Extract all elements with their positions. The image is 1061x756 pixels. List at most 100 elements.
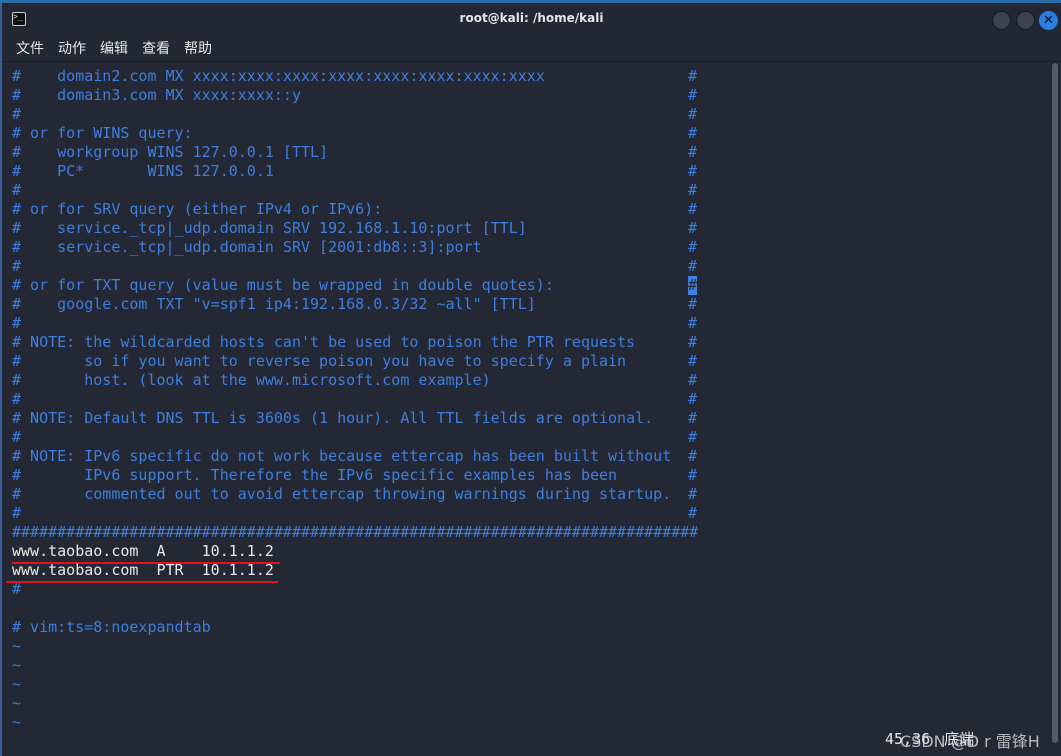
menu-bar: 文件 动作 编辑 查看 帮助 <box>2 33 1061 62</box>
text-cursor: # <box>688 276 698 295</box>
editor-line: # so if you want to reverse poison you h… <box>12 352 697 371</box>
line-text: # <box>12 314 22 332</box>
line-edge: # <box>688 105 698 123</box>
editor-line: # <box>12 580 21 599</box>
line-text: # or for TXT query (value must be wrappe… <box>12 276 554 294</box>
editor-line: # NOTE: IPv6 specific do not work becaus… <box>12 447 697 466</box>
line-edge: # <box>688 238 698 256</box>
line-text: # NOTE: the wildcarded hosts can't be us… <box>12 333 636 351</box>
line-edge: # <box>688 67 698 85</box>
menu-view[interactable]: 查看 <box>142 38 170 58</box>
line-text: # commented out to avoid ettercap throwi… <box>12 485 672 503</box>
line-text: # domain3.com MX xxxx:xxxx::y <box>12 86 301 104</box>
editor-line: ~ <box>12 656 21 675</box>
menu-edit[interactable]: 编辑 <box>100 38 128 58</box>
menu-action[interactable]: 动作 <box>58 38 86 58</box>
line-edge: # <box>688 390 698 408</box>
line-edge: # <box>688 124 698 142</box>
maximize-button[interactable] <box>1016 11 1035 30</box>
line-text: ~ <box>12 675 22 693</box>
line-text: # vim:ts=8:noexpandtab <box>12 618 211 636</box>
menu-help[interactable]: 帮助 <box>184 38 212 58</box>
editor-line: # host. (look at the www.microsoft.com e… <box>12 371 697 390</box>
editor-line: # google.com TXT "v=spf1 ip4:192.168.0.3… <box>12 295 697 314</box>
editor-line: ~ <box>12 694 21 713</box>
editor-line: # IPv6 support. Therefore the IPv6 speci… <box>12 466 697 485</box>
line-text: # <box>12 390 22 408</box>
line-text: www.taobao.com A 10.1.1.2 <box>12 542 274 560</box>
editor-line: # # <box>12 181 697 200</box>
editor-line: # PC* WINS 127.0.0.1 # <box>12 162 697 181</box>
line-text: # so if you want to reverse poison you h… <box>12 352 627 370</box>
editor-line: # # <box>12 314 697 333</box>
line-text: www.taobao.com PTR 10.1.1.2 <box>12 561 274 579</box>
line-text: # host. (look at the www.microsoft.com e… <box>12 371 491 389</box>
line-edge: # <box>688 466 698 484</box>
editor-line: # service._tcp|_udp.domain SRV 192.168.1… <box>12 219 697 238</box>
close-button[interactable]: ✕ <box>1039 11 1058 30</box>
editor-line: # service._tcp|_udp.domain SRV [2001:db8… <box>12 238 697 257</box>
line-text: # domain2.com MX xxxx:xxxx:xxxx:xxxx:xxx… <box>12 67 545 85</box>
editor-line: # NOTE: the wildcarded hosts can't be us… <box>12 333 697 352</box>
window-title: root@kali: /home/kali <box>459 11 604 25</box>
red-underline <box>6 581 278 583</box>
line-edge: # <box>688 333 698 351</box>
vim-editor[interactable]: # domain2.com MX xxxx:xxxx:xxxx:xxxx:xxx… <box>6 63 1052 753</box>
scroll-indicator: 底端 <box>944 730 975 748</box>
editor-line: # # <box>12 257 697 276</box>
line-text: # IPv6 support. Therefore the IPv6 speci… <box>12 466 618 484</box>
editor-line: # vim:ts=8:noexpandtab <box>12 618 211 637</box>
line-edge: # <box>688 143 698 161</box>
line-text: # <box>12 504 22 522</box>
line-edge: # <box>688 219 698 237</box>
line-edge: # <box>688 409 698 427</box>
line-text: ~ <box>12 694 22 712</box>
editor-line: # # <box>12 428 697 447</box>
editor-line: # commented out to avoid ettercap throwi… <box>12 485 697 504</box>
editor-line: # or for SRV query (either IPv4 or IPv6)… <box>12 200 697 219</box>
editor-line: # NOTE: Default DNS TTL is 3600s (1 hour… <box>12 409 697 428</box>
line-text: ~ <box>12 713 22 731</box>
line-text: # <box>12 428 22 446</box>
menu-file[interactable]: 文件 <box>16 38 44 58</box>
editor-line: # # <box>12 105 697 124</box>
line-text: # <box>12 105 22 123</box>
line-edge: # <box>688 485 698 503</box>
line-text: ~ <box>12 656 22 674</box>
editor-line: ~ <box>12 637 21 656</box>
line-text: # <box>12 181 22 199</box>
scrollbar[interactable] <box>1052 63 1058 743</box>
terminal-window: >_ root@kali: /home/kali ✕ 文件 动作 编辑 查看 帮助 # … <box>0 3 1061 756</box>
editor-line: # or for WINS query: # <box>12 124 697 143</box>
line-text: # service._tcp|_udp.domain SRV [2001:db8… <box>12 238 482 256</box>
line-text: # <box>12 257 22 275</box>
line-edge: # <box>688 447 698 465</box>
line-edge: # <box>688 428 698 446</box>
editor-line: www.taobao.com A 10.1.1.2 <box>12 542 274 561</box>
line-text: # PC* WINS 127.0.0.1 <box>12 162 274 180</box>
line-text: # or for SRV query (either IPv4 or IPv6)… <box>12 200 383 218</box>
cursor-position: 45,36 <box>885 730 931 748</box>
line-edge: # <box>688 162 698 180</box>
editor-line: # workgroup WINS 127.0.0.1 [TTL] # <box>12 143 697 162</box>
line-edge: # <box>688 257 698 275</box>
editor-line: ~ <box>12 675 21 694</box>
line-edge: # <box>688 181 698 199</box>
line-text: ~ <box>12 637 22 655</box>
editor-line: # # <box>12 504 697 523</box>
line-edge: # <box>688 200 698 218</box>
line-text: # google.com TXT "v=spf1 ip4:192.168.0.3… <box>12 295 536 313</box>
editor-line: www.taobao.com PTR 10.1.1.2 <box>12 561 274 580</box>
line-edge: # <box>688 504 698 522</box>
line-edge: # <box>688 371 698 389</box>
title-bar[interactable]: >_ root@kali: /home/kali ✕ <box>2 3 1061 33</box>
vim-status: 45,36 底端 <box>885 728 974 749</box>
editor-line: # domain3.com MX xxxx:xxxx::y # <box>12 86 697 105</box>
line-text: # workgroup WINS 127.0.0.1 [TTL] <box>12 143 329 161</box>
line-text: # NOTE: Default DNS TTL is 3600s (1 hour… <box>12 409 654 427</box>
minimize-button[interactable] <box>992 11 1011 30</box>
line-text: # or for WINS query: <box>12 124 193 142</box>
editor-line: ########################################… <box>12 523 698 542</box>
close-icon: ✕ <box>1043 13 1054 28</box>
editor-line: ~ <box>12 713 21 732</box>
